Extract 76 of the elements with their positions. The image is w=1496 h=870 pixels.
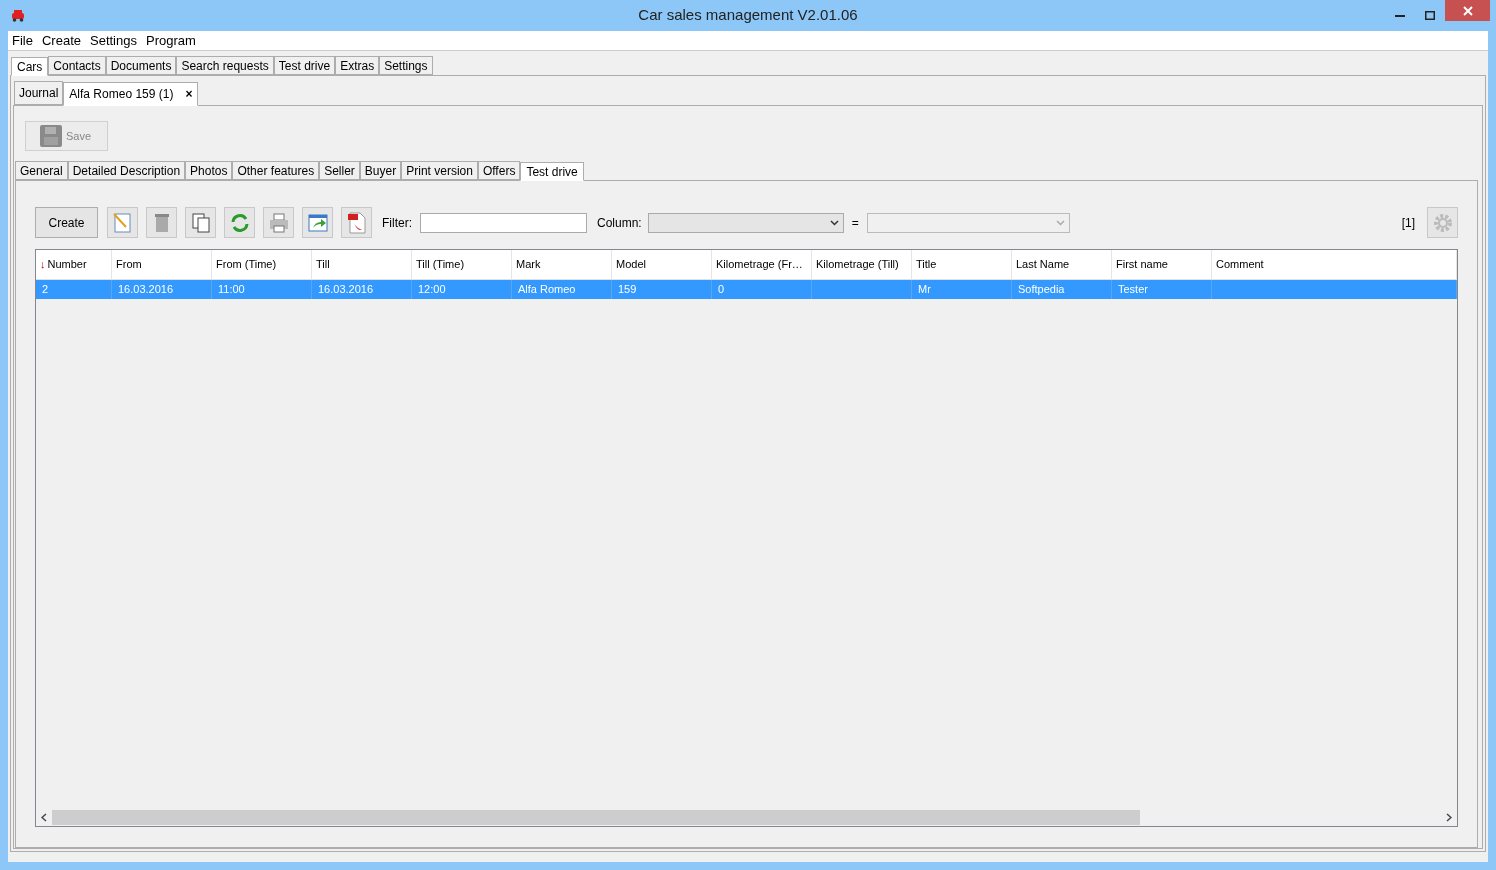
- tab[interactable]: Offers: [477, 161, 521, 180]
- column-header[interactable]: Last Name: [1012, 250, 1112, 279]
- table-cell: Mr: [912, 280, 1012, 299]
- table-cell: Softpedia: [1012, 280, 1112, 299]
- column-header[interactable]: Kilometrage (Till): [812, 250, 912, 279]
- table-cell: 16.03.2016: [112, 280, 212, 299]
- tab[interactable]: Photos: [185, 161, 233, 180]
- copy-icon[interactable]: [185, 207, 216, 238]
- tab[interactable]: Settings: [379, 56, 433, 75]
- column-header[interactable]: From (Time): [212, 250, 312, 279]
- export-icon[interactable]: [302, 207, 333, 238]
- maximize-icon: [1425, 11, 1435, 20]
- tab[interactable]: Seller: [319, 161, 360, 180]
- column-header[interactable]: Comment: [1212, 250, 1457, 279]
- filter-label: Filter:: [382, 214, 412, 232]
- window-title: Car sales management V2.01.06: [637, 5, 859, 26]
- table-cell: Alfa Romeo: [512, 280, 612, 299]
- table-cell: Tester: [1112, 280, 1212, 299]
- column-header[interactable]: First name: [1112, 250, 1212, 279]
- menu-item[interactable]: Settings: [90, 30, 137, 51]
- table-cell: 12:00: [412, 280, 512, 299]
- close-button[interactable]: [1445, 0, 1490, 21]
- tab[interactable]: Other features: [232, 161, 320, 180]
- settings-button[interactable]: [1427, 207, 1458, 238]
- tab[interactable]: Extras: [335, 56, 380, 75]
- column-header[interactable]: Model: [612, 250, 712, 279]
- column-dropdown[interactable]: [647, 212, 844, 233]
- column-label: Column:: [597, 214, 642, 232]
- table-cell: 159: [612, 280, 712, 299]
- column-header[interactable]: From: [112, 250, 212, 279]
- car-icon: [10, 8, 26, 23]
- record-count: [1]: [1401, 214, 1415, 232]
- menu-item[interactable]: Create: [41, 30, 81, 51]
- table-cell: 16.03.2016: [312, 280, 412, 299]
- table-cell: 11:00: [212, 280, 312, 299]
- tab[interactable]: Print version: [401, 161, 478, 180]
- equals-label: =: [851, 214, 859, 232]
- column-header[interactable]: Till (Time): [412, 250, 512, 279]
- trash-icon[interactable]: [146, 207, 177, 238]
- create-button[interactable]: Create: [35, 207, 98, 238]
- tab[interactable]: Buyer: [359, 161, 402, 180]
- tab[interactable]: Search requests: [176, 56, 274, 75]
- scroll-left-icon: [41, 813, 47, 822]
- tab[interactable]: Test drive: [273, 56, 336, 75]
- column-header[interactable]: Till: [312, 250, 412, 279]
- column-header[interactable]: Mark: [512, 250, 612, 279]
- pdf-icon[interactable]: [341, 207, 372, 238]
- tab[interactable]: Alfa Romeo 159 (1) ×: [63, 82, 199, 106]
- close-icon[interactable]: ×: [185, 85, 193, 103]
- menu-item[interactable]: File: [12, 30, 33, 51]
- tab[interactable]: Documents: [105, 56, 177, 75]
- filter-field[interactable]: [420, 212, 587, 233]
- printer-icon[interactable]: [263, 207, 294, 238]
- sort-arrow: ↓: [40, 257, 46, 273]
- table-cell: 0: [712, 280, 812, 299]
- minimize-icon: [1395, 14, 1405, 17]
- chevron-down-icon: [829, 219, 839, 226]
- tab[interactable]: Detailed Description: [67, 161, 186, 180]
- column-header[interactable]: Kilometrage (Fr…: [712, 250, 812, 279]
- value-dropdown[interactable]: [866, 212, 1070, 233]
- settings-icon: [1431, 211, 1454, 234]
- column-header[interactable]: ↓ Number: [36, 250, 112, 279]
- table-cell: 2: [36, 280, 112, 299]
- close-icon: [1462, 5, 1473, 16]
- refresh-icon[interactable]: [224, 207, 255, 238]
- column-header[interactable]: Title: [912, 250, 1012, 279]
- chevron-down-icon: [1055, 219, 1065, 226]
- menu-item[interactable]: Program: [145, 30, 196, 51]
- scroll-thumb[interactable]: [52, 810, 1140, 825]
- edit-note-icon[interactable]: [107, 207, 138, 238]
- tab[interactable]: Contacts: [48, 56, 106, 75]
- tab[interactable]: Cars: [11, 57, 49, 76]
- tab[interactable]: General: [15, 161, 68, 180]
- tab[interactable]: Journal: [14, 81, 64, 105]
- tab[interactable]: Test drive: [520, 162, 584, 181]
- scroll-right-icon: [1446, 813, 1452, 822]
